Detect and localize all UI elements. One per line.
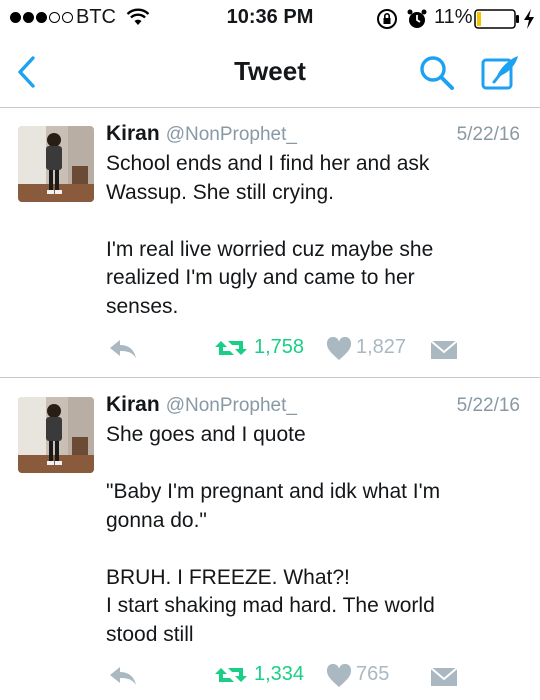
heart-icon[interactable]	[326, 337, 352, 361]
rotation-lock-icon	[377, 9, 397, 29]
like-count: 765	[356, 663, 390, 685]
search-icon[interactable]	[418, 54, 456, 92]
reply-icon[interactable]	[108, 338, 138, 360]
direct-message-icon[interactable]	[430, 667, 458, 687]
avatar[interactable]	[18, 126, 94, 202]
avatar[interactable]	[18, 397, 94, 473]
author-name[interactable]: Kiran	[106, 393, 160, 416]
author-name[interactable]: Kiran	[106, 122, 160, 145]
tweet-line: Wassup. She still crying.	[106, 180, 334, 204]
navigation-bar: Tweet	[0, 36, 540, 108]
retweet-count: 1,334	[254, 663, 305, 685]
like-count: 1,827	[356, 336, 407, 358]
tweet-text: She goes and I quote "Baby I'm pregnant …	[106, 421, 526, 649]
tweet-line: gonna do."	[106, 508, 207, 532]
charging-bolt-icon	[524, 9, 534, 29]
compose-icon[interactable]	[480, 52, 522, 92]
tweet-line: stood still	[106, 622, 194, 646]
tweet-text: School ends and I find her and ask Wassu…	[106, 150, 526, 321]
author-handle[interactable]: @NonProphet_	[166, 124, 297, 145]
tweet-date: 5/22/16	[456, 395, 520, 416]
tweet-card[interactable]: Kiran @NonProphet_ 5/22/16 School ends an…	[0, 108, 540, 378]
tweet-header: Kiran @NonProphet_ 5/22/16	[106, 122, 526, 148]
tweet-date: 5/22/16	[456, 124, 520, 145]
battery-icon	[474, 9, 519, 29]
tweet-line: BRUH. I FREEZE. What?!	[106, 565, 350, 589]
author-handle[interactable]: @NonProphet_	[166, 395, 297, 416]
retweet-icon[interactable]	[214, 336, 248, 360]
tweet-line: "Baby I'm pregnant and idk what I'm	[106, 480, 441, 503]
retweet-icon[interactable]	[214, 663, 248, 687]
tweet-line: senses.	[106, 294, 179, 318]
battery-percentage: 11%	[434, 6, 473, 28]
tweet-line: realized I'm ugly and came to her	[106, 266, 415, 289]
status-bar: BTC 10:36 PM 11%	[0, 0, 540, 36]
tweet-actions: 1,334 765	[106, 661, 536, 691]
page-title: Tweet	[234, 56, 306, 86]
retweet-count: 1,758	[254, 336, 305, 358]
tweet-line: School ends and I find her and ask	[106, 152, 430, 175]
tweet-card[interactable]: Kiran @NonProphet_ 5/22/16 She goes and I…	[0, 379, 540, 700]
tweet-actions: 1,758 1,827	[106, 334, 536, 364]
tweet-line: She goes and I quote	[106, 423, 306, 446]
tweet-line: I'm real live worried cuz maybe she	[106, 237, 434, 261]
alarm-icon	[407, 9, 427, 28]
tweet-line: I start shaking mad hard. The world	[106, 594, 435, 617]
tweet-header: Kiran @NonProphet_ 5/22/16	[106, 393, 526, 419]
reply-icon[interactable]	[108, 665, 138, 687]
heart-icon[interactable]	[326, 664, 352, 688]
direct-message-icon[interactable]	[430, 340, 458, 360]
